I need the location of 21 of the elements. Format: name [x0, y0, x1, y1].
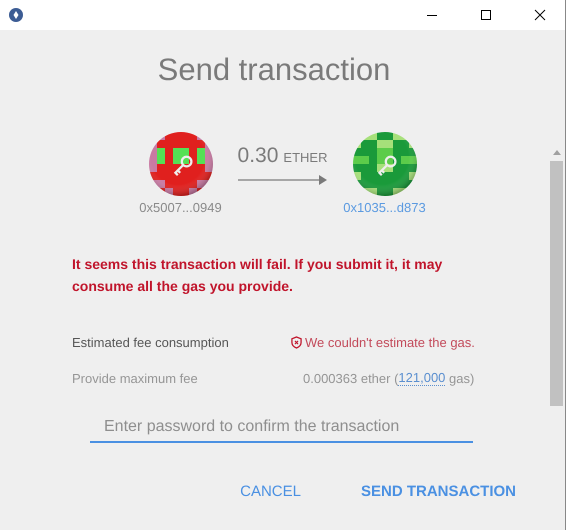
fee-label: Provide maximum fee	[72, 370, 198, 386]
recipient-address[interactable]: 0x1035...d873	[343, 200, 426, 215]
app-icon	[9, 8, 23, 22]
dialog-title: Send transaction	[156, 52, 392, 88]
fee-label: Estimated fee consumption	[72, 335, 229, 350]
cancel-button[interactable]: CANCEL	[240, 483, 301, 500]
amount-value: 0.30	[238, 144, 278, 168]
send-button[interactable]: SEND TRANSACTION	[360, 483, 516, 500]
arrow-icon	[238, 174, 328, 186]
close-icon[interactable]	[534, 9, 546, 21]
maximize-icon[interactable]	[480, 9, 492, 21]
shield-icon	[291, 336, 302, 349]
sender-address: 0x5007...0949	[139, 200, 222, 215]
warning-message: It seems this transaction will fail. If you submit it, it may consume all the gas you provide.	[72, 255, 444, 296]
fee-amount: 0.000363 ether (	[303, 370, 398, 386]
gas-amount-link[interactable]: 121,000	[398, 370, 446, 386]
password-field[interactable]: Enter password to confirm the transaction	[90, 414, 473, 443]
gas-unit: gas)	[448, 370, 474, 386]
amount-unit: ETHER	[283, 150, 328, 165]
scroll-thumb[interactable]	[550, 161, 563, 406]
error-message: We couldn't estimate the gas.	[305, 335, 475, 350]
